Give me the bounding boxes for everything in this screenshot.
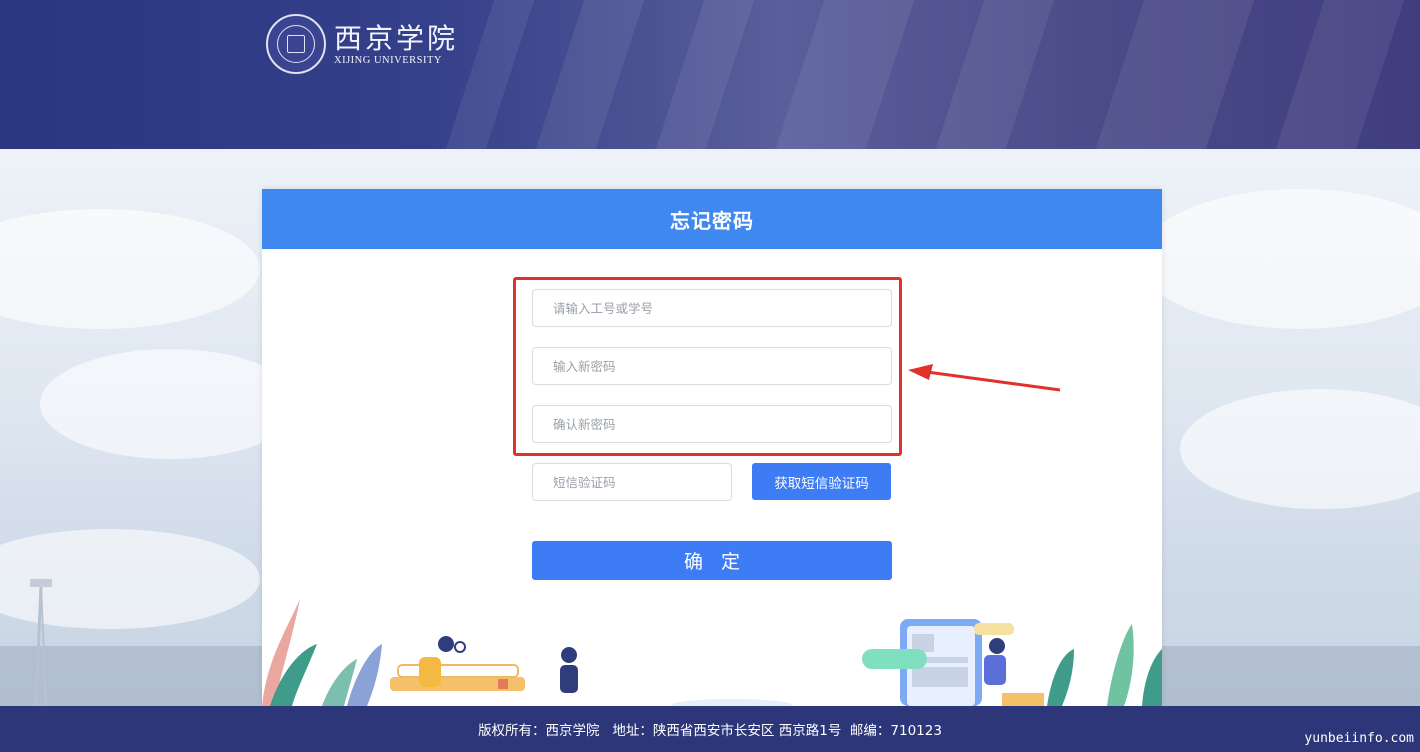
light-tower-decoration: [30, 579, 52, 706]
university-logo: 西京学院 XIJING UNIVERSITY: [266, 14, 458, 74]
students-illustration: [262, 599, 1162, 706]
logo-english-name: XIJING UNIVERSITY: [334, 54, 442, 66]
header-banner: 西京学院 XIJING UNIVERSITY: [0, 0, 1420, 149]
logo-chinese-name: 西京学院: [334, 21, 459, 55]
bookshelf-decoration: [935, 0, 1055, 149]
get-sms-code-button[interactable]: 获取短信验证码: [752, 463, 891, 500]
footer-copyright: 版权所有：西京学院 地址：陕西省西安市长安区 西京路1号 邮编：710123: [478, 723, 942, 739]
sms-code-input[interactable]: [532, 463, 732, 501]
forgot-password-card: 忘记密码 获取短信验证码 确定: [262, 189, 1162, 706]
bookshelf-decoration: [535, 0, 645, 149]
annotation-arrow-icon: [908, 364, 1061, 392]
bookshelf-decoration: [1275, 0, 1405, 149]
card-title: 忘记密码: [262, 189, 1162, 249]
bookshelf-decoration: [655, 0, 755, 149]
watermark: yunbeiinfo.com: [1304, 731, 1414, 746]
confirm-button[interactable]: 确定: [532, 541, 892, 580]
bookshelf-decoration: [445, 0, 535, 149]
annotation-highlight-box: [513, 277, 902, 456]
bookshelf-decoration: [775, 0, 915, 149]
bookshelf-decoration: [1095, 0, 1255, 149]
university-seal-icon: [266, 14, 326, 74]
footer: 版权所有：西京学院 地址：陕西省西安市长安区 西京路1号 邮编：710123: [0, 706, 1420, 752]
